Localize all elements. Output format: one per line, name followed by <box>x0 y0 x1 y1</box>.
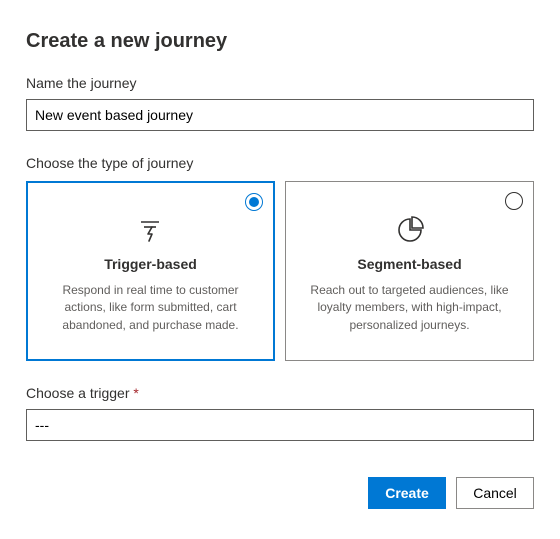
name-input[interactable] <box>26 99 534 131</box>
type-card-trigger-based[interactable]: Trigger-based Respond in real time to cu… <box>26 181 275 361</box>
trigger-input[interactable] <box>26 409 534 441</box>
type-options: Trigger-based Respond in real time to cu… <box>26 181 534 361</box>
required-marker: * <box>133 385 138 401</box>
type-card-desc: Reach out to targeted audiences, like lo… <box>306 282 513 334</box>
type-card-desc: Respond in real time to customer actions… <box>47 282 254 334</box>
trigger-label: Choose a trigger * <box>26 385 534 401</box>
radio-trigger-based[interactable] <box>245 193 263 211</box>
page-title: Create a new journey <box>26 30 534 53</box>
cancel-button[interactable]: Cancel <box>456 477 534 509</box>
trigger-label-text: Choose a trigger <box>26 385 133 401</box>
name-label: Name the journey <box>26 75 534 91</box>
create-button[interactable]: Create <box>368 477 446 509</box>
trigger-icon <box>47 216 254 244</box>
name-field-group: Name the journey <box>26 75 534 131</box>
dialog-footer: Create Cancel <box>26 477 534 509</box>
type-card-title: Segment-based <box>306 256 513 272</box>
radio-segment-based[interactable] <box>505 192 523 210</box>
type-section: Choose the type of journey Trigger-based… <box>26 155 534 361</box>
type-label: Choose the type of journey <box>26 155 534 171</box>
trigger-field-group: Choose a trigger * <box>26 385 534 441</box>
type-card-segment-based[interactable]: Segment-based Reach out to targeted audi… <box>285 181 534 361</box>
segment-icon <box>306 216 513 244</box>
type-card-title: Trigger-based <box>47 256 254 272</box>
